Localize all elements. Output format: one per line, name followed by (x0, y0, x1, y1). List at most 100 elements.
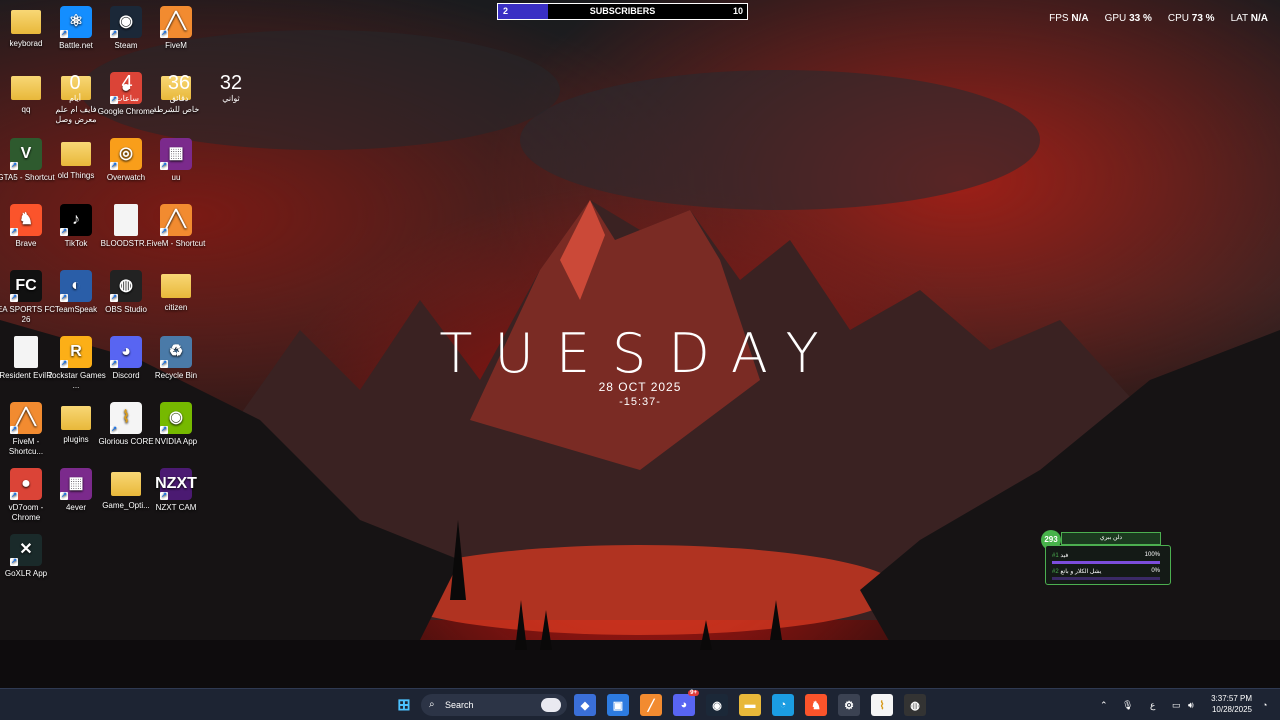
desktop-icon[interactable]: ✕ ↗ GoXLR App (0, 530, 57, 592)
desktop-icon[interactable]: citizen (145, 266, 207, 328)
gpu-stat: GPU 33 % (1104, 13, 1152, 24)
shortcut-arrow-icon: ↗ (160, 492, 168, 500)
leaderboard-header: دلن ببري (1061, 532, 1161, 545)
folder-icon (111, 472, 141, 496)
leaderboard-row: #2 يشل الكلار و باتع 0% (1052, 568, 1160, 575)
desktop-icon[interactable]: ▦ ↗ uu (145, 134, 207, 196)
shortcut-arrow-icon: ↗ (10, 492, 18, 500)
performance-overlay: FPS N/A GPU 33 % CPU 73 % LAT N/A (1049, 13, 1268, 24)
taskbar-clock[interactable]: 3:37:57 PM 10/28/2025 (1211, 693, 1252, 715)
desktop-icon-label: citizen (164, 303, 188, 312)
nzxt-icon: NZXT ↗ (155, 468, 197, 500)
volume-icon[interactable]: 🔊︎ (1188, 689, 1194, 720)
store-icon[interactable]: ▣ (607, 694, 629, 716)
file-icon (114, 204, 138, 236)
battlenet-icon: ⚛ ↗ (60, 6, 92, 38)
microphone-icon[interactable]: 🎙︎ (1122, 689, 1133, 720)
brave-icon[interactable]: ♞ (805, 694, 827, 716)
notification-badge: 9+ (688, 690, 699, 696)
language-indicator[interactable]: ع (1150, 689, 1155, 720)
taskbar: ⊞ ⌕ Search ◆ ▣ ╱ ◕ 9+ ◉ ▬ ◔ ♞ ⚙ ⌇ ◍ ⌃ 🎙︎ ع ▭ 🔊︎ 3:3… (0, 688, 1280, 720)
subscriber-goal-bar: 2 SUBSCRIBERS 10 (497, 3, 748, 20)
folder-icon (61, 406, 91, 430)
shortcut-arrow-icon: ↗ (10, 426, 18, 434)
glorious-icon[interactable]: ⌇ (871, 694, 893, 716)
shortcut-arrow-icon: ↗ (160, 162, 168, 170)
fivem-icon[interactable]: ╱ (640, 694, 662, 716)
desktop-icon[interactable]: NZXT ↗ NZXT CAM (145, 464, 207, 526)
leaderboard-bar (1052, 577, 1160, 580)
shortcut-arrow-icon: ↗ (60, 30, 68, 38)
desktop-icon-label: GoXLR App (4, 569, 48, 578)
clock-day: TUESDAY (439, 322, 841, 385)
shortcut-arrow-icon: ↗ (10, 558, 18, 566)
edge-icon[interactable]: ◔ (772, 694, 794, 716)
desktop-icon-label: uu (171, 173, 181, 182)
windows-start-icon[interactable]: ⊞ (393, 694, 415, 716)
countdown-hours: 4 ساعات (115, 72, 139, 103)
search-icon: ⌕ (429, 699, 435, 710)
cpu-stat: CPU 73 % (1167, 13, 1215, 24)
settings-icon[interactable]: ⚙ (838, 694, 860, 716)
steam-icon[interactable]: ◉ (706, 694, 728, 716)
m365-icon[interactable]: ◆ (574, 694, 596, 716)
obs-icon[interactable]: ◍ (904, 694, 926, 716)
notification-bell-icon[interactable]: ◔ (1262, 689, 1267, 720)
desktop-icon-label: خاص للشرطة (152, 105, 200, 114)
overwatch-icon: ◎ ↗ (110, 138, 142, 170)
shortcut-arrow-icon: ↗ (160, 228, 168, 236)
countdown-minutes: 36 دقائق (167, 72, 191, 103)
shortcut-arrow-icon: ↗ (110, 30, 118, 38)
desktop-icon[interactable]: ╱╲ ↗ FiveM (145, 2, 207, 64)
clock-date: 28 OCT 2025 (598, 380, 682, 394)
file-explorer-icon[interactable]: ▬ (739, 694, 761, 716)
countdown-widget: 0 أيام 4 ساعات 36 دقائق 32 ثواني (55, 72, 251, 103)
folder-icon (61, 142, 91, 166)
countdown-seconds: 32 ثواني (219, 72, 243, 103)
desktop-icon[interactable]: ╱╲ ↗ FiveM - Shortcut (145, 200, 207, 262)
chrome-icon: ● ↗ (10, 468, 42, 500)
shortcut-arrow-icon: ↗ (60, 294, 68, 302)
folder-icon (11, 10, 41, 34)
shortcut-arrow-icon: ↗ (160, 426, 168, 434)
brave-icon: ♞ ↗ (10, 204, 42, 236)
shortcut-arrow-icon: ↗ (110, 426, 118, 434)
leaderboard-widget: دلن ببري 293 #1 فيد 100% #2 يشل الكلار و… (1041, 530, 1171, 586)
desktop-icon-label: NZXT CAM (155, 503, 197, 512)
steam-icon: ◉ ↗ (110, 6, 142, 38)
winrar-icon: ▦ ↗ (60, 468, 92, 500)
clock-time: -15:37- (619, 396, 661, 408)
leaderboard-body: #1 فيد 100% #2 يشل الكلار و باتع 0% (1045, 545, 1171, 585)
goxlr-icon: ✕ ↗ (10, 534, 42, 566)
discord-icon[interactable]: ◕ 9+ (673, 690, 699, 716)
winrar-icon: ▦ ↗ (160, 138, 192, 170)
search-highlight-icon (541, 698, 561, 712)
network-icon[interactable]: ▭ (1172, 689, 1181, 720)
gta5-icon: V ↗ (10, 138, 42, 170)
leaderboard-row: #1 فيد 100% (1052, 552, 1160, 559)
tiktok-icon: ♪ ↗ (60, 204, 92, 236)
desktop-icon-label: FiveM (165, 41, 187, 50)
lat-stat: LAT N/A (1230, 13, 1268, 24)
subscriber-title: SUBSCRIBERS (589, 6, 656, 16)
shortcut-arrow-icon: ↗ (160, 30, 168, 38)
fps-stat: FPS N/A (1049, 13, 1089, 24)
shortcut-arrow-icon: ↗ (60, 492, 68, 500)
shortcut-arrow-icon: ↗ (10, 294, 18, 302)
countdown-days: 0 أيام (69, 72, 81, 103)
shortcut-arrow-icon: ↗ (110, 162, 118, 170)
taskbar-search[interactable]: ⌕ Search (421, 694, 567, 716)
tray-overflow-icon[interactable]: ⌃ (1100, 689, 1108, 720)
shortcut-arrow-icon: ↗ (110, 294, 118, 302)
shortcut-arrow-icon: ↗ (10, 162, 18, 170)
obs-icon: ◍ ↗ (110, 270, 142, 302)
tray-date: 10/28/2025 (1211, 705, 1252, 714)
folder-icon (161, 274, 191, 298)
easports-icon: FC ↗ (10, 270, 42, 302)
desktop-icon-label: NVIDIA App (154, 437, 198, 446)
folder-icon (11, 76, 41, 100)
shortcut-arrow-icon: ↗ (60, 228, 68, 236)
fivem-icon: ╱╲ ↗ (160, 204, 192, 236)
subscriber-goal: 10 (732, 6, 743, 16)
fivem-icon: ╱╲ ↗ (160, 6, 192, 38)
